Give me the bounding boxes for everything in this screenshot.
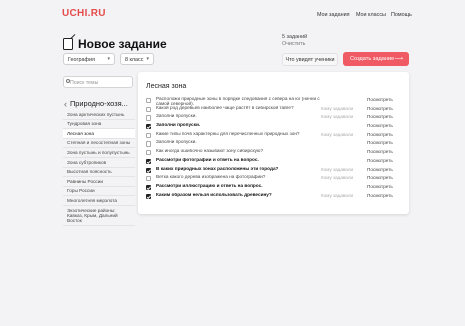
task-text: Какой род деревьев наиболее чаще растёт … xyxy=(156,105,294,110)
task-text: Заполни пропуски. xyxy=(156,140,197,145)
task-list: Расположи природные зоны в порядке следо… xyxy=(146,97,404,201)
section-title: Лесная зона xyxy=(146,83,187,90)
view-task-link[interactable]: Посмотреть xyxy=(367,167,393,173)
task-checkbox[interactable] xyxy=(146,98,152,104)
view-task-link[interactable]: Посмотреть xyxy=(367,193,393,199)
search-placeholder: Поиск темы xyxy=(70,79,99,86)
who-was-assigned-link[interactable]: Кому задавали xyxy=(321,132,353,138)
view-task-link[interactable]: Посмотреть xyxy=(367,175,393,181)
task-checkbox[interactable] xyxy=(146,106,152,112)
task-checkbox[interactable] xyxy=(146,115,152,121)
chevron-down-icon: ▾ xyxy=(146,56,149,62)
task-row: Каким образом нельзя использовать древес… xyxy=(146,193,404,202)
create-task-button[interactable]: Создать задание ⟶ xyxy=(343,52,409,66)
task-row: В каких природных зонах расположены эти … xyxy=(146,167,404,176)
task-checkbox[interactable] xyxy=(146,167,152,173)
task-checkbox[interactable] xyxy=(146,193,152,199)
topic-search-input[interactable]: Поиск темы xyxy=(63,76,133,88)
sidebar-item-deserts[interactable]: Зона пустынь и полупустынь xyxy=(63,148,135,158)
sidebar-item-permafrost[interactable]: Многолетняя мерзлота xyxy=(63,196,135,206)
task-text: Заполни пропуски. xyxy=(156,123,201,128)
who-was-assigned-link[interactable]: Кому задавали xyxy=(321,167,353,173)
task-text: Заполни пропуски. xyxy=(156,114,197,119)
task-text: Ветка какого дерева изображена на фотогр… xyxy=(156,175,266,180)
task-row: Расположи природные зоны в порядке следо… xyxy=(146,97,404,106)
task-text: Как иногда ошибочно называют зону сибирс… xyxy=(156,149,264,154)
view-task-link[interactable]: Посмотреть xyxy=(367,132,393,138)
what-students-see-button[interactable]: Что увидят ученики xyxy=(282,53,338,66)
task-count: 5 заданий xyxy=(282,34,308,40)
view-task-link[interactable]: Посмотреть xyxy=(367,106,393,112)
who-was-assigned-link[interactable]: Кому задавали xyxy=(321,115,353,120)
nav-my-classes[interactable]: Мои классы xyxy=(356,12,386,18)
subject-select[interactable]: География ▾ xyxy=(63,53,115,65)
who-was-assigned-link[interactable]: Кому задавали xyxy=(321,175,353,181)
create-task-label: Создать задание xyxy=(350,56,395,62)
task-row: Как иногда ошибочно называют зону сибирс… xyxy=(146,149,404,158)
nav-help[interactable]: Помощь xyxy=(391,12,412,18)
view-task-link[interactable]: Посмотреть xyxy=(367,158,393,164)
task-row: Заполни пропуски. Кому задавали Посмотреть xyxy=(146,114,404,123)
view-task-link[interactable]: Посмотреть xyxy=(367,115,393,120)
task-row: Рассмотри фотографии и ответь на вопрос.… xyxy=(146,158,404,167)
task-text: Какие типы почв характерны для перечисле… xyxy=(156,131,300,136)
task-checkbox[interactable] xyxy=(146,132,152,138)
view-task-link[interactable]: Посмотреть xyxy=(367,184,393,190)
sidebar-item-subtropics[interactable]: Зона субтропиков xyxy=(63,158,135,168)
task-row: Какой род деревьев наиболее чаще растёт … xyxy=(146,106,404,115)
sidebar-item-exotic[interactable]: Экзотические районы: Кавказ, Крым, Дальн… xyxy=(63,206,135,227)
back-to-topic[interactable]: ‹ Природно-хозя... xyxy=(64,98,128,109)
logo[interactable]: UCHI.RU xyxy=(62,8,106,19)
task-checkbox[interactable] xyxy=(146,184,152,191)
page-title: Новое задание xyxy=(78,37,167,51)
task-checkbox[interactable] xyxy=(146,158,152,164)
subtopic-list: Зона арктических пустынь Тундровая зона … xyxy=(63,110,135,227)
task-text: В каких природных зонах расположены эти … xyxy=(156,166,279,171)
document-icon xyxy=(63,38,73,50)
grade-select[interactable]: 8 класс ▾ xyxy=(120,53,154,65)
chevron-down-icon: ▾ xyxy=(107,56,110,62)
task-row: Заполни пропуски. Посмотреть xyxy=(146,140,404,149)
view-task-link[interactable]: Посмотреть xyxy=(367,141,393,146)
grade-value: 8 класс xyxy=(125,56,144,63)
chevron-left-icon: ‹ xyxy=(64,98,67,109)
view-task-link[interactable]: Посмотреть xyxy=(367,123,393,129)
nav-my-tasks[interactable]: Мои задания xyxy=(317,12,350,18)
task-row: Какие типы почв характерны для перечисле… xyxy=(146,132,404,141)
task-checkbox[interactable] xyxy=(146,141,152,147)
task-text: Каким образом нельзя использовать древес… xyxy=(156,192,272,197)
sidebar-item-forest[interactable]: Лесная зона xyxy=(63,129,135,139)
sidebar-item-altitude[interactable]: Высотная поясность xyxy=(63,168,135,178)
task-row: Рассмотри иллюстрацию и ответь на вопрос… xyxy=(146,184,404,193)
clear-link[interactable]: Очистить xyxy=(282,41,305,47)
sidebar-item-plains[interactable]: Равнины России xyxy=(63,177,135,187)
task-text: Рассмотри фотографии и ответь на вопрос. xyxy=(156,157,259,162)
sidebar-item-arctic[interactable]: Зона арктических пустынь xyxy=(63,110,135,120)
subject-value: География xyxy=(68,56,95,63)
task-checkbox[interactable] xyxy=(146,124,152,130)
task-row: Ветка какого дерева изображена на фотогр… xyxy=(146,175,404,184)
who-was-assigned-link[interactable]: Кому задавали xyxy=(321,106,353,112)
sidebar-item-tundra[interactable]: Тундровая зона xyxy=(63,120,135,130)
sidebar-item-mountains[interactable]: Горы России xyxy=(63,187,135,197)
sidebar-item-steppe[interactable]: Степная и лесостепная зоны xyxy=(63,139,135,149)
task-row: Заполни пропуски. Посмотреть xyxy=(146,123,404,132)
task-checkbox[interactable] xyxy=(146,176,152,182)
view-task-link[interactable]: Посмотреть xyxy=(367,97,393,103)
task-text: Рассмотри иллюстрацию и ответь на вопрос… xyxy=(156,183,263,188)
current-topic-title: Природно-хозя... xyxy=(70,99,128,108)
who-was-assigned-link[interactable]: Кому задавали xyxy=(321,193,353,199)
arrow-right-icon: ⟶ xyxy=(394,56,403,62)
view-task-link[interactable]: Посмотреть xyxy=(367,149,393,155)
task-checkbox[interactable] xyxy=(146,150,152,156)
